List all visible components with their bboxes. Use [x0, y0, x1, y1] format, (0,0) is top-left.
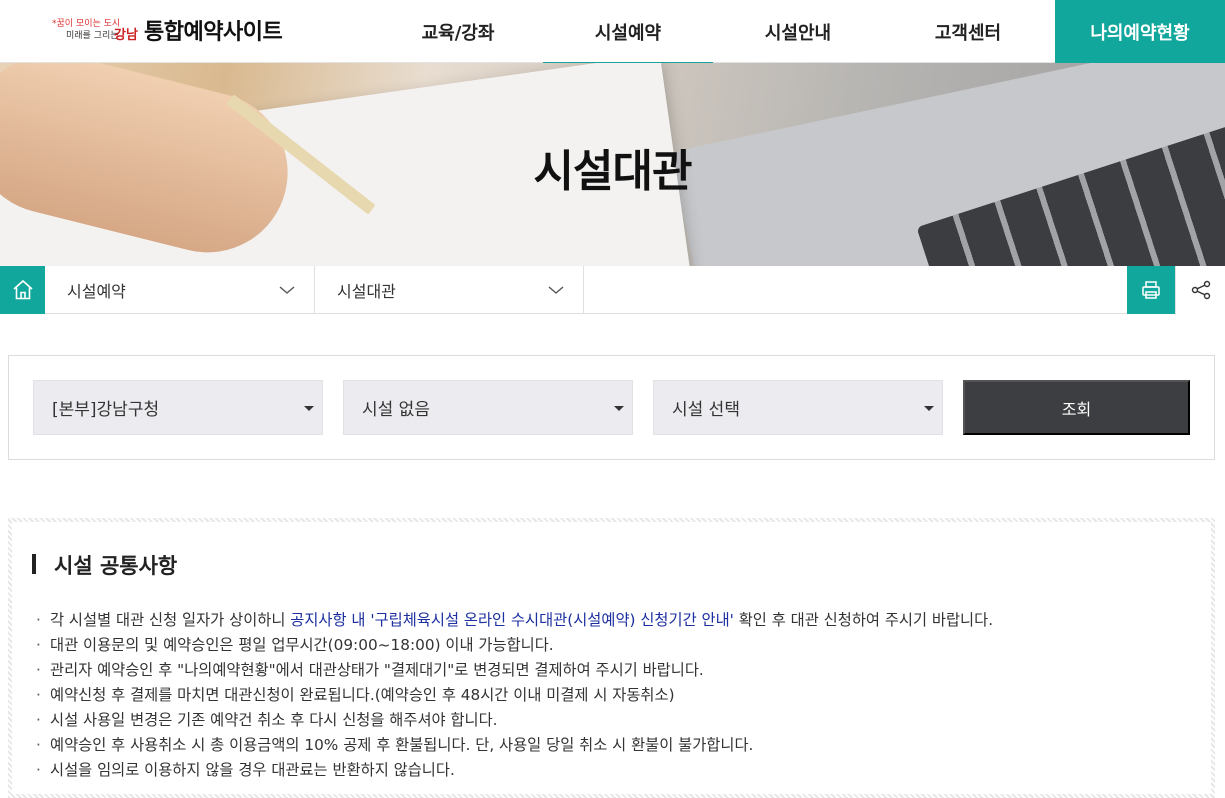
home-button[interactable]: [0, 266, 45, 314]
list-item: 시설 사용일 변경은 기존 예약건 취소 후 다시 신청을 해주셔야 합니다.: [34, 708, 993, 733]
list-item: 각 시설별 대관 신청 일자가 상이하니 공지사항 내 '구립체육시설 온라인 …: [34, 608, 993, 633]
print-icon: [1142, 281, 1160, 299]
logo-gangnam: 강남: [114, 28, 138, 43]
facility-group-select-value: 시설 없음: [362, 400, 430, 420]
notice-list: 각 시설별 대관 신청 일자가 상이하니 공지사항 내 '구립체육시설 온라인 …: [34, 608, 993, 783]
nav-education[interactable]: 교육/강좌: [373, 0, 543, 63]
nav-customer-center[interactable]: 고객센터: [883, 0, 1053, 63]
hero-banner: 시설대관: [0, 63, 1225, 266]
logo-slogan-line2: 미래를 그리는: [66, 31, 119, 41]
print-button[interactable]: [1127, 266, 1175, 314]
breadcrumb-level1-select[interactable]: 시설예약: [45, 266, 315, 314]
site-logo[interactable]: *꿈이 모이는 도시 미래를 그리는 강남 통합예약사이트: [52, 12, 283, 48]
nav-facility-info[interactable]: 시설안내: [713, 0, 883, 63]
notice-link[interactable]: 공지사항 내 '구립체육시설 온라인 수시대관(시설예약) 신청기간 안내': [290, 611, 734, 629]
breadcrumb-level2-select[interactable]: 시설대관: [315, 266, 584, 314]
my-reservations-button[interactable]: 나의예약현황: [1055, 0, 1225, 63]
list-item: 대관 이용문의 및 예약승인은 평일 업무시간(09:00~18:00) 이내 …: [34, 633, 993, 658]
chevron-down-icon: [548, 286, 564, 294]
share-button[interactable]: [1175, 266, 1225, 314]
list-item: 시설을 임의로 이용하지 않을 경우 대관료는 반환하지 않습니다.: [34, 758, 993, 783]
list-item: 예약신청 후 결제를 마치면 대관신청이 완료됩니다.(예약승인 후 48시간 …: [34, 683, 993, 708]
main-nav: 교육/강좌 시설예약 시설안내 고객센터: [373, 0, 1053, 64]
list-item: 예약승인 후 사용취소 시 총 이용금액의 10% 공제 후 환불됩니다. 단,…: [34, 733, 993, 758]
nav-facility-reservation[interactable]: 시설예약: [543, 0, 713, 64]
chevron-down-icon: [279, 286, 295, 294]
caret-down-icon: [924, 406, 934, 411]
search-button[interactable]: 조회: [963, 380, 1190, 435]
facility-select[interactable]: 시설 선택: [653, 380, 943, 435]
common-notice-panel: 시설 공통사항 각 시설별 대관 신청 일자가 상이하니 공지사항 내 '구립체…: [8, 518, 1215, 798]
headquarters-select[interactable]: [본부]강남구청: [33, 380, 323, 435]
caret-down-icon: [304, 406, 314, 411]
facility-group-select[interactable]: 시설 없음: [343, 380, 633, 435]
notice-item-prefix: 각 시설별 대관 신청 일자가 상이하니: [50, 611, 291, 629]
share-icon: [1191, 280, 1210, 300]
site-header: *꿈이 모이는 도시 미래를 그리는 강남 통합예약사이트 교육/강좌 시설예약…: [0, 0, 1225, 64]
gangnam-logo-mark: *꿈이 모이는 도시 미래를 그리는 강남: [52, 15, 138, 45]
breadcrumb-level2-label: 시설대관: [337, 282, 396, 301]
caret-down-icon: [614, 406, 624, 411]
breadcrumb: 시설예약 시설대관: [0, 266, 1225, 314]
notice-item-suffix: 확인 후 대관 신청하여 주시기 바랍니다.: [733, 611, 994, 629]
list-item: 관리자 예약승인 후 "나의예약현황"에서 대관상태가 "결제대기"로 변경되면…: [34, 658, 993, 683]
page-title: 시설대관: [533, 146, 693, 197]
site-title: 통합예약사이트: [144, 20, 283, 45]
notice-title: 시설 공통사항: [32, 550, 177, 580]
facility-select-value: 시설 선택: [672, 400, 740, 420]
breadcrumb-level1-label: 시설예약: [67, 282, 126, 301]
facility-search-panel: [본부]강남구청 시설 없음 시설 선택 조회: [8, 355, 1215, 460]
headquarters-select-value: [본부]강남구청: [52, 400, 160, 420]
home-icon: [12, 279, 33, 300]
